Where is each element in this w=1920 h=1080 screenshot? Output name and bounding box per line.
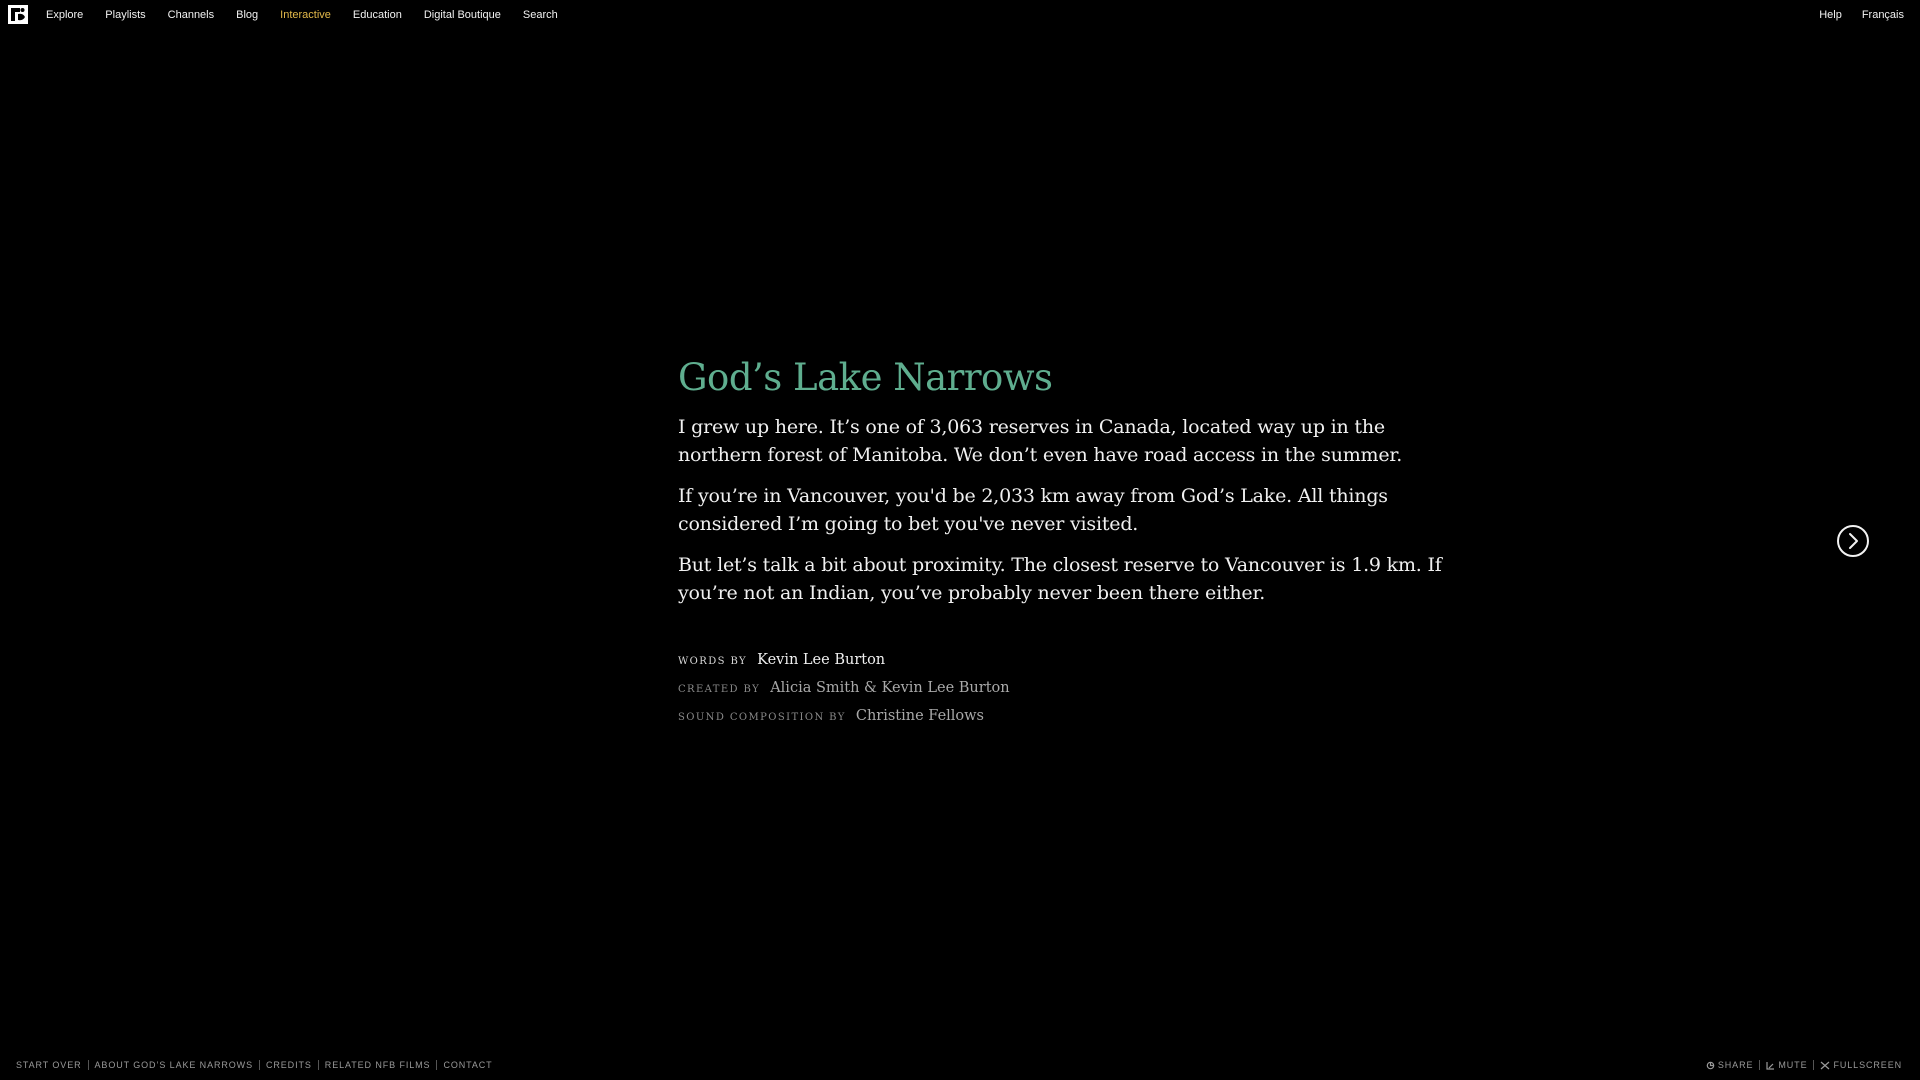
next-button[interactable] [1837, 525, 1869, 557]
nav-explore[interactable]: Explore [46, 9, 83, 21]
volume-icon [1766, 1061, 1775, 1070]
chevron-right-circle-icon [1837, 525, 1869, 557]
nav-playlists[interactable]: Playlists [105, 9, 145, 21]
nav-blog[interactable]: Blog [236, 9, 258, 21]
nav-education[interactable]: Education [353, 9, 402, 21]
mute-button[interactable]: MUTE [1766, 1060, 1807, 1070]
footer-about[interactable]: ABOUT GOD’S LAKE NARROWS [95, 1060, 253, 1070]
credit-label: words by [678, 656, 748, 667]
credits-block: words by Kevin Lee Burton created by Ali… [678, 645, 1458, 729]
footer-credits[interactable]: CREDITS [266, 1060, 312, 1070]
footer-divider [317, 1060, 319, 1070]
fullscreen-icon [1821, 1061, 1830, 1069]
footer-start-over[interactable]: START OVER [16, 1060, 82, 1070]
footer-links: START OVER ABOUT GOD’S LAKE NARROWS CRED… [16, 1058, 493, 1072]
story-paragraph: If you’re in Vancouver, you'd be 2,033 k… [678, 485, 1388, 535]
nav-interactive[interactable]: Interactive [280, 9, 331, 21]
nav-channels[interactable]: Channels [168, 9, 214, 21]
footer-tools: SHARE MUTE FULLSCREEN [1706, 1058, 1902, 1072]
share-icon [1706, 1061, 1715, 1069]
share-label: SHARE [1717, 1060, 1754, 1070]
footer-divider [87, 1060, 89, 1070]
nav-language-toggle[interactable]: Français [1862, 9, 1904, 21]
share-button[interactable]: SHARE [1706, 1060, 1754, 1070]
footer-related-films[interactable]: RELATED NFB FILMS [325, 1060, 431, 1070]
nfb-logo-icon[interactable] [8, 5, 28, 24]
nav-search[interactable]: Search [523, 9, 558, 21]
footer-contact[interactable]: CONTACT [443, 1060, 492, 1070]
secondary-nav: Help Français [1799, 0, 1904, 30]
credit-name: Christine Fellows [855, 708, 985, 724]
top-navigation: Explore Playlists Channels Blog Interact… [0, 0, 1920, 30]
story-paragraph: I grew up here. It’s one of 3,063 reserv… [678, 416, 1403, 466]
credit-words: words by Kevin Lee Burton [678, 645, 1458, 673]
story-panel: God’s Lake Narrows I grew up here. It’s … [678, 356, 1458, 729]
credit-name: Alicia Smith & Kevin Lee Burton [770, 680, 1010, 696]
fullscreen-button[interactable]: FULLSCREEN [1820, 1060, 1902, 1070]
page-title: God’s Lake Narrows [678, 356, 1053, 399]
credit-name: Kevin Lee Burton [757, 652, 886, 668]
fullscreen-label: FULLSCREEN [1833, 1060, 1902, 1070]
nav-help[interactable]: Help [1819, 9, 1842, 21]
mute-label: MUTE [1778, 1060, 1808, 1070]
footer-divider [436, 1060, 438, 1070]
primary-nav: Explore Playlists Channels Blog Interact… [46, 0, 580, 30]
footer-divider [1813, 1060, 1815, 1070]
footer-divider [1759, 1060, 1761, 1070]
story-paragraph: But let’s talk a bit about proximity. Th… [678, 554, 1442, 604]
credit-created: created by Alicia Smith & Kevin Lee Burt… [678, 673, 1458, 701]
footer-divider [258, 1060, 260, 1070]
credit-sound: sound composition by Christine Fellows [678, 701, 1458, 729]
nav-digital-boutique[interactable]: Digital Boutique [424, 9, 501, 21]
credit-label: created by [678, 684, 761, 695]
credit-label: sound composition by [678, 712, 846, 723]
